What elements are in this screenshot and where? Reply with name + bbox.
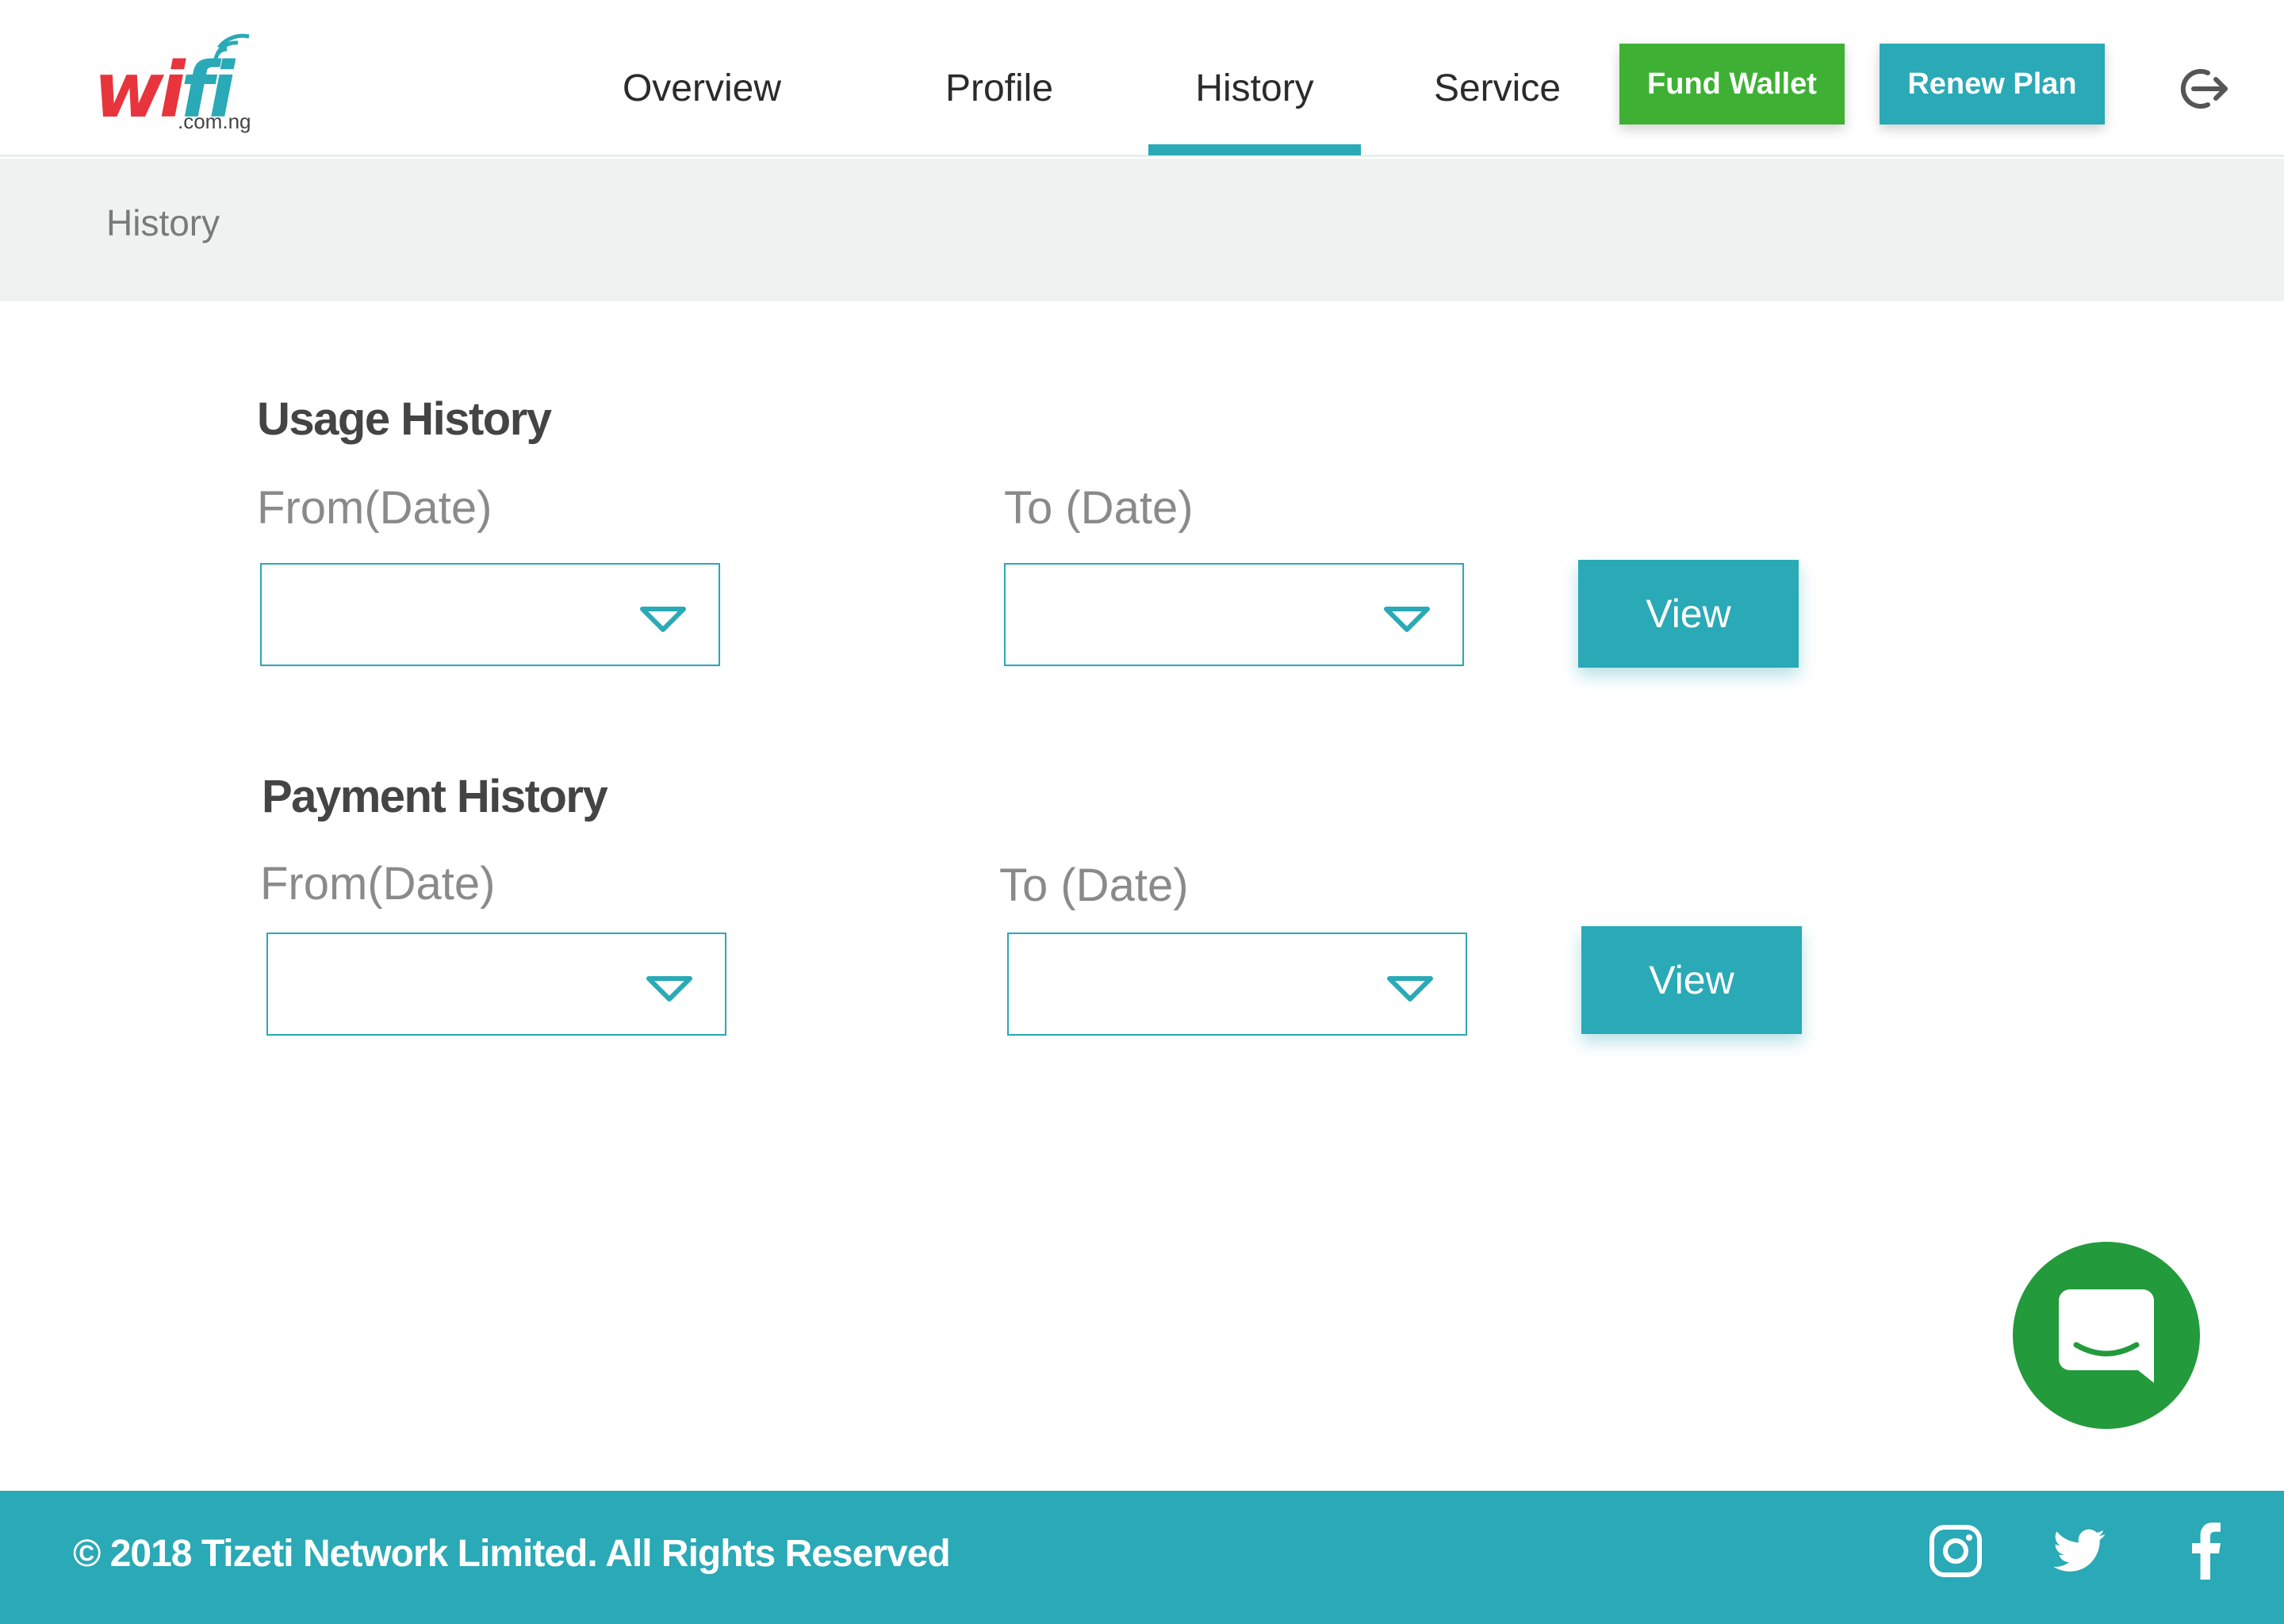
nav-service[interactable]: Service	[1410, 56, 1585, 122]
active-tab-indicator	[1148, 144, 1361, 155]
facebook-icon[interactable]	[2192, 1522, 2221, 1580]
chevron-down-icon	[640, 607, 686, 632]
twitter-icon[interactable]	[2054, 1529, 2106, 1573]
usage-history-title: Usage History	[257, 393, 552, 445]
usage-view-button[interactable]: View	[1578, 560, 1799, 668]
chevron-down-icon	[1387, 976, 1433, 1002]
logo-domain: .com.ng	[178, 109, 251, 133]
breadcrumb: History	[106, 202, 220, 243]
chat-icon	[2059, 1289, 2154, 1383]
nav-profile[interactable]: Profile	[912, 56, 1086, 122]
nav-history[interactable]: History	[1148, 56, 1361, 122]
payment-history-title: Payment History	[262, 771, 608, 822]
payment-to-label: To (Date)	[999, 860, 1189, 911]
copyright-text: © 2018 Tizeti Network Limited. All Right…	[73, 1533, 951, 1575]
footer: © 2018 Tizeti Network Limited. All Right…	[0, 1491, 2284, 1624]
breadcrumb-bar: History	[0, 159, 2284, 301]
payment-from-date-select[interactable]	[266, 933, 726, 1036]
logout-icon[interactable]	[2176, 65, 2232, 113]
top-navbar: wifi .com.ng Overview Profile History Se…	[0, 0, 2284, 157]
chat-launcher-button[interactable]	[2013, 1242, 2200, 1429]
usage-to-label: To (Date)	[1004, 482, 1194, 534]
usage-from-label: From(Date)	[257, 482, 492, 534]
chevron-down-icon	[1384, 607, 1430, 632]
instagram-icon[interactable]	[1929, 1524, 1983, 1578]
usage-from-date-select[interactable]	[260, 563, 720, 666]
payment-to-date-select[interactable]	[1007, 933, 1467, 1036]
payment-from-label: From(Date)	[260, 858, 496, 910]
payment-view-button[interactable]: View	[1581, 926, 1802, 1034]
renew-plan-button[interactable]: Renew Plan	[1880, 44, 2105, 124]
usage-to-date-select[interactable]	[1004, 563, 1464, 666]
nav-overview[interactable]: Overview	[603, 56, 801, 122]
chevron-down-icon	[646, 976, 692, 1002]
wifi-signal-icon	[213, 33, 250, 61]
wifi-logo[interactable]: wifi .com.ng	[89, 25, 263, 136]
fund-wallet-button[interactable]: Fund Wallet	[1619, 44, 1845, 124]
